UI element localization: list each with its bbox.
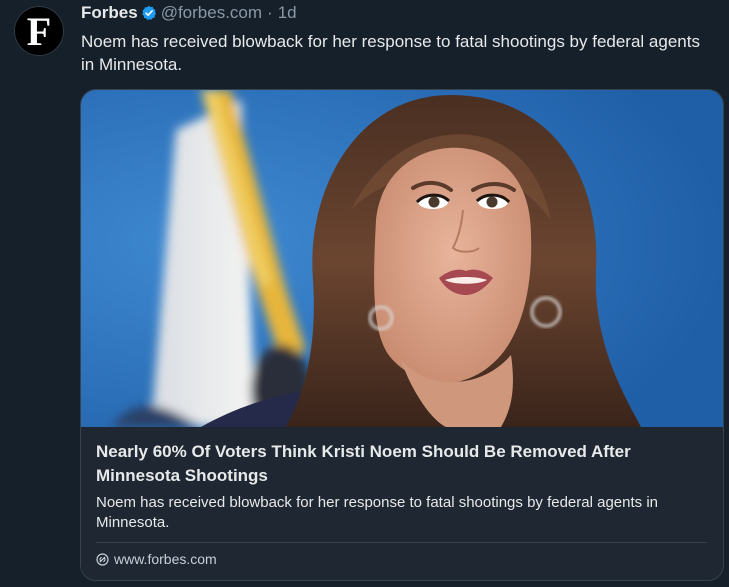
link-preview-card[interactable]: Nearly 60% Of Voters Think Kristi Noem S… xyxy=(80,89,724,581)
post-timestamp[interactable]: 1d xyxy=(278,3,297,23)
post: F Forbes @forbes.com · 1d Noem has recei… xyxy=(0,0,729,587)
avatar[interactable]: F xyxy=(14,6,64,56)
verified-badge-icon xyxy=(141,5,157,21)
card-divider xyxy=(96,542,707,543)
card-domain-text: www.forbes.com xyxy=(114,551,217,567)
post-text: Noem has received blowback for her respo… xyxy=(81,32,700,74)
link-icon xyxy=(96,552,109,566)
post-header: Forbes @forbes.com · 1d xyxy=(81,2,297,24)
card-domain[interactable]: www.forbes.com xyxy=(96,551,217,567)
avatar-logo-letter: F xyxy=(26,9,52,54)
card-description: Noem has received blowback for her respo… xyxy=(96,494,658,531)
author-name[interactable]: Forbes xyxy=(81,3,138,23)
author-handle[interactable]: @forbes.com xyxy=(161,3,262,23)
header-separator: · xyxy=(267,3,273,22)
card-title[interactable]: Nearly 60% Of Voters Think Kristi Noem S… xyxy=(96,440,711,488)
card-image[interactable] xyxy=(81,90,723,427)
card-body: Nearly 60% Of Voters Think Kristi Noem S… xyxy=(81,427,723,580)
